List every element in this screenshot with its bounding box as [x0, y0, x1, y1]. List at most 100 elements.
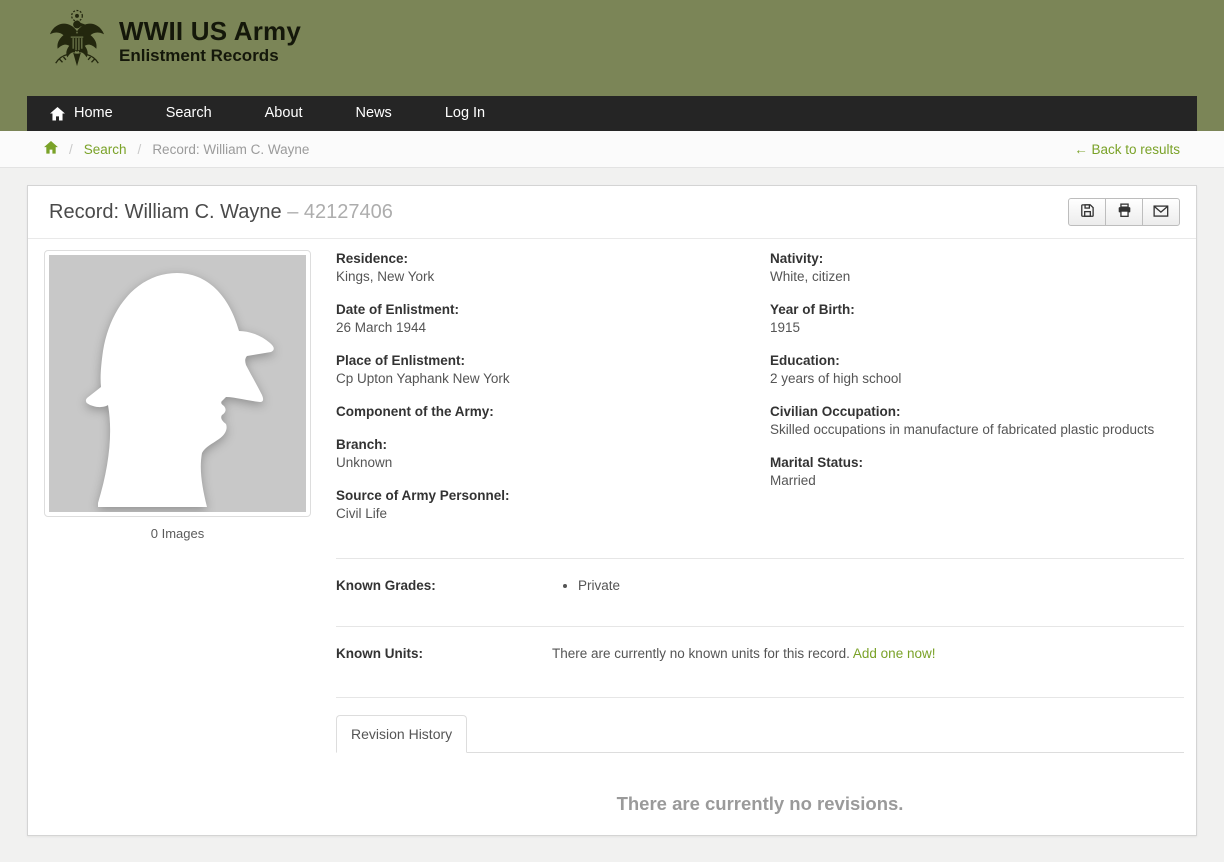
save-icon: [1080, 203, 1095, 221]
field-nativity: Nativity: White, citizen: [770, 250, 1184, 286]
field-label: Branch:: [336, 437, 388, 452]
field-date-of-enlistment: Date of Enlistment: 26 March 1944: [336, 301, 770, 337]
soldier-silhouette-placeholder-image: [49, 255, 306, 512]
field-label: Residence:: [336, 251, 409, 266]
login-link[interactable]: Log In: [430, 96, 515, 131]
nav-item-home[interactable]: Home: [50, 96, 128, 131]
known-grades-list: Private: [552, 577, 1184, 595]
record-image-column: 0 Images: [44, 250, 311, 835]
field-residence: Residence: Kings, New York: [336, 250, 770, 286]
field-branch: Branch: Unknown: [336, 436, 770, 472]
brand: WWII US Army Enlistment Records: [48, 8, 301, 75]
login-label: Log In: [444, 105, 486, 121]
field-civilian-occupation: Civilian Occupation: Skilled occupations…: [770, 403, 1184, 439]
field-value: Married: [770, 473, 816, 488]
field-label: Source of Army Personnel:: [336, 488, 510, 503]
record-fields-grid: Residence: Kings, New York Date of Enlis…: [336, 250, 1184, 538]
record-fields-column: Residence: Kings, New York Date of Enlis…: [336, 250, 1184, 835]
record-panel-heading: Record: William C. Wayne – 42127406: [28, 186, 1196, 239]
nav-item-about[interactable]: About: [250, 96, 318, 131]
print-button[interactable]: [1105, 198, 1143, 226]
fields-left-column: Residence: Kings, New York Date of Enlis…: [336, 250, 770, 538]
brand-text: WWII US Army Enlistment Records: [119, 8, 301, 66]
brand-title: WWII US Army: [119, 16, 302, 46]
save-button[interactable]: [1068, 198, 1106, 226]
breadcrumb-bar: / Search / Record: William C. Wayne ← Ba…: [0, 131, 1224, 168]
field-value: Skilled occupations in manufacture of fa…: [770, 422, 1155, 437]
field-value: Unknown: [336, 455, 393, 470]
revision-history-panel: There are currently no revisions.: [336, 753, 1184, 835]
breadcrumb: / Search / Record: William C. Wayne ← Ba…: [27, 131, 1197, 167]
field-label: Education:: [770, 353, 840, 368]
nav-item-label: Search: [165, 105, 212, 121]
page-title: Record: William C. Wayne – 42127406: [49, 198, 393, 226]
back-to-results-link[interactable]: ← Back to results: [1074, 142, 1180, 157]
divider: [336, 697, 1184, 698]
nav-item-label: Home: [74, 105, 113, 121]
add-unit-link[interactable]: Add one now: [853, 646, 932, 661]
field-year-of-birth: Year of Birth: 1915: [770, 301, 1184, 337]
record-title: Record: William C. Wayne: [49, 201, 282, 223]
tab-bar: Revision History: [336, 714, 1184, 753]
divider: [336, 626, 1184, 627]
add-unit-link-suffix: !: [931, 646, 936, 661]
fields-right-column: Nativity: White, citizen Year of Birth: …: [770, 250, 1184, 538]
field-component-of-the-army: Component of the Army:: [336, 403, 770, 421]
brand-subtitle: Enlistment Records: [119, 46, 279, 65]
field-marital-status: Marital Status: Married: [770, 454, 1184, 490]
known-grades-content: Private: [552, 577, 1184, 606]
us-great-seal-eagle-logo-icon: [48, 8, 106, 75]
field-value: Civil Life: [336, 506, 388, 521]
field-value: White, citizen: [770, 269, 851, 284]
main-nav: Home Search About News Log In: [27, 96, 1197, 131]
field-value: 1915: [770, 320, 801, 335]
field-label: Marital Status:: [770, 455, 864, 470]
record-toolbar: [1068, 198, 1180, 226]
field-place-of-enlistment: Place of Enlistment: Cp Upton Yaphank Ne…: [336, 352, 770, 388]
print-icon: [1117, 203, 1132, 221]
record-number: 42127406: [303, 201, 393, 223]
record-panel: Record: William C. Wayne – 42127406 0 Im…: [27, 185, 1197, 836]
field-value: 2 years of high school: [770, 371, 902, 386]
page: { "theme": { "header_green": "#7b8557", …: [0, 0, 1224, 862]
breadcrumb-item-search[interactable]: Search: [84, 142, 127, 157]
known-grade-item: Private: [578, 577, 1184, 595]
email-button[interactable]: [1142, 198, 1180, 226]
field-education: Education: 2 years of high school: [770, 352, 1184, 388]
no-revisions-message: There are currently no revisions.: [616, 793, 904, 814]
breadcrumb-home-link[interactable]: [44, 141, 58, 157]
known-grades-label: Known Grades:: [336, 578, 436, 593]
tab-revision-history[interactable]: Revision History: [336, 715, 468, 753]
nav-item-label: News: [355, 105, 392, 121]
known-grades-row: Known Grades: Private: [336, 577, 1184, 606]
email-icon: [1153, 204, 1169, 221]
field-value: Cp Upton Yaphank New York: [336, 371, 510, 386]
field-label: Nativity:: [770, 251, 824, 266]
known-units-content: There are currently no known units for t…: [552, 645, 1184, 677]
home-icon: [50, 106, 65, 121]
known-units-empty-text: There are currently no known units for t…: [552, 646, 850, 661]
field-value: Kings, New York: [336, 269, 435, 284]
breadcrumb-separator: /: [69, 141, 73, 157]
nav-item-label: About: [264, 105, 303, 121]
breadcrumb-separator: /: [137, 141, 142, 157]
field-label: Civilian Occupation:: [770, 404, 901, 419]
nav-item-search[interactable]: Search: [151, 96, 227, 131]
record-image-thumbnail: [44, 250, 311, 517]
image-count-caption: 0 Images: [150, 526, 205, 541]
breadcrumb-current: Record: William C. Wayne: [152, 141, 310, 157]
field-label: Date of Enlistment:: [336, 302, 460, 317]
record-body: 0 Images Residence: Kings, New York Date…: [28, 239, 1196, 835]
site-header: WWII US Army Enlistment Records Home Sea…: [0, 0, 1224, 131]
known-units-label: Known Units:: [336, 646, 423, 661]
field-source-of-army-personnel: Source of Army Personnel: Civil Life: [336, 487, 770, 523]
known-units-row: Known Units: There are currently no know…: [336, 645, 1184, 677]
home-icon: [44, 141, 58, 157]
divider: [336, 558, 1184, 559]
field-value: 26 March 1944: [336, 320, 427, 335]
field-label: Place of Enlistment:: [336, 353, 466, 368]
title-separator: –: [287, 201, 299, 223]
field-label: Year of Birth:: [770, 302, 855, 317]
nav-item-news[interactable]: News: [341, 96, 407, 131]
field-label: Component of the Army:: [336, 404, 494, 419]
